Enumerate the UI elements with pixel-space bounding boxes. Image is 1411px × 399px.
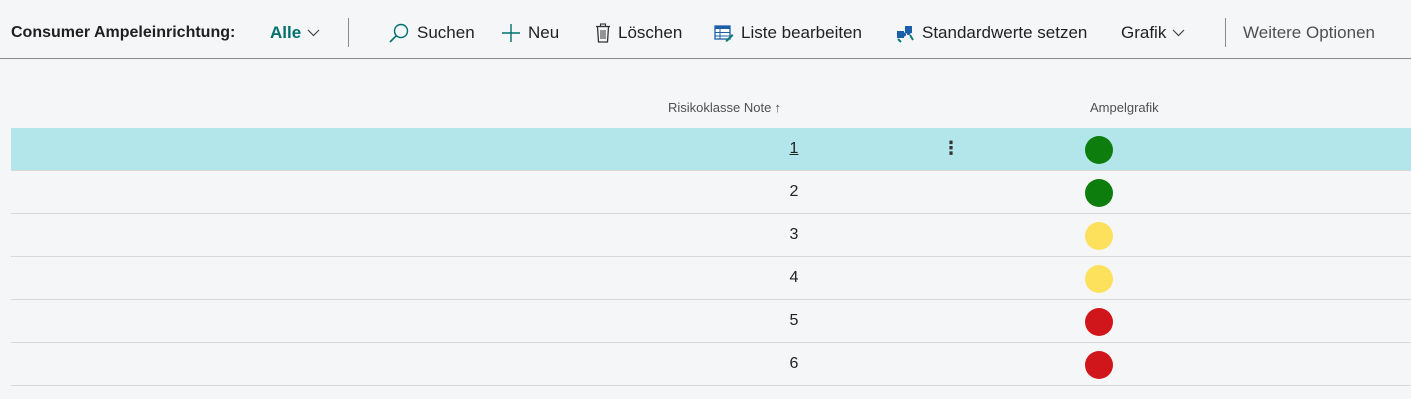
traffic-light-icon — [1085, 222, 1113, 250]
column-header-risikoklasse[interactable]: Risikoklasse Note ↑ — [668, 100, 781, 115]
column-header-ampelgrafik[interactable]: Ampelgrafik — [1090, 100, 1159, 115]
toolbar-divider — [1225, 18, 1226, 47]
action-bar: Consumer Ampeleinrichtung: Alle Suchen N… — [0, 8, 1411, 59]
risikoklasse-note-cell[interactable]: 1 — [784, 128, 804, 170]
toolbar-divider — [348, 18, 349, 47]
delete-button[interactable]: Löschen — [595, 8, 682, 58]
table-row[interactable]: 5 — [11, 300, 1411, 343]
search-button[interactable]: Suchen — [388, 8, 475, 58]
grafik-dropdown[interactable]: Grafik — [1121, 8, 1185, 58]
new-button[interactable]: Neu — [501, 8, 559, 58]
set-defaults-button[interactable]: Standardwerte setzen — [895, 8, 1087, 58]
sort-ascending-icon: ↑ — [774, 100, 781, 115]
risikoklasse-note-cell[interactable]: 3 — [784, 214, 804, 256]
more-options-button[interactable]: Weitere Optionen — [1243, 8, 1375, 58]
edit-list-button[interactable]: Liste bearbeiten — [714, 8, 862, 58]
table-row[interactable]: 6 — [11, 343, 1411, 386]
table-row[interactable]: 1 ⋮ — [11, 128, 1411, 171]
delete-label: Löschen — [618, 23, 683, 42]
trash-icon — [595, 23, 611, 43]
settings-puzzle-icon — [895, 23, 915, 43]
risikoklasse-note-cell[interactable]: 2 — [784, 171, 804, 213]
filter-label: Alle — [270, 23, 302, 42]
table-body: 1 ⋮ 2 3 4 5 6 — [11, 128, 1411, 386]
plus-icon — [501, 23, 521, 43]
set-defaults-label: Standardwerte setzen — [922, 23, 1088, 42]
column-label: Risikoklasse Note — [668, 100, 772, 115]
table-row[interactable]: 2 — [11, 171, 1411, 214]
row-menu-icon[interactable]: ⋮ — [941, 128, 961, 170]
edit-list-label: Liste bearbeiten — [741, 23, 862, 42]
search-label: Suchen — [417, 23, 475, 42]
chevron-down-icon — [1172, 29, 1185, 37]
traffic-light-icon — [1085, 265, 1113, 293]
chevron-down-icon — [307, 29, 320, 37]
table-row[interactable]: 3 — [11, 214, 1411, 257]
view-filter-dropdown[interactable]: Alle — [270, 8, 320, 58]
traffic-light-icon — [1085, 179, 1113, 207]
table-row[interactable]: 4 — [11, 257, 1411, 300]
traffic-light-icon — [1085, 308, 1113, 336]
new-label: Neu — [528, 23, 560, 42]
more-options-label: Weitere Optionen — [1243, 23, 1375, 42]
column-label: Ampelgrafik — [1090, 100, 1159, 115]
traffic-light-icon — [1085, 351, 1113, 379]
edit-list-icon — [714, 24, 734, 42]
risikoklasse-note-cell[interactable]: 5 — [784, 300, 804, 342]
search-icon — [388, 22, 410, 44]
risikoklasse-note-cell[interactable]: 6 — [784, 343, 804, 385]
page-title: Consumer Ampeleinrichtung: — [11, 24, 236, 41]
traffic-light-icon — [1085, 136, 1113, 164]
grafik-label: Grafik — [1121, 23, 1167, 42]
risikoklasse-note-cell[interactable]: 4 — [784, 257, 804, 299]
